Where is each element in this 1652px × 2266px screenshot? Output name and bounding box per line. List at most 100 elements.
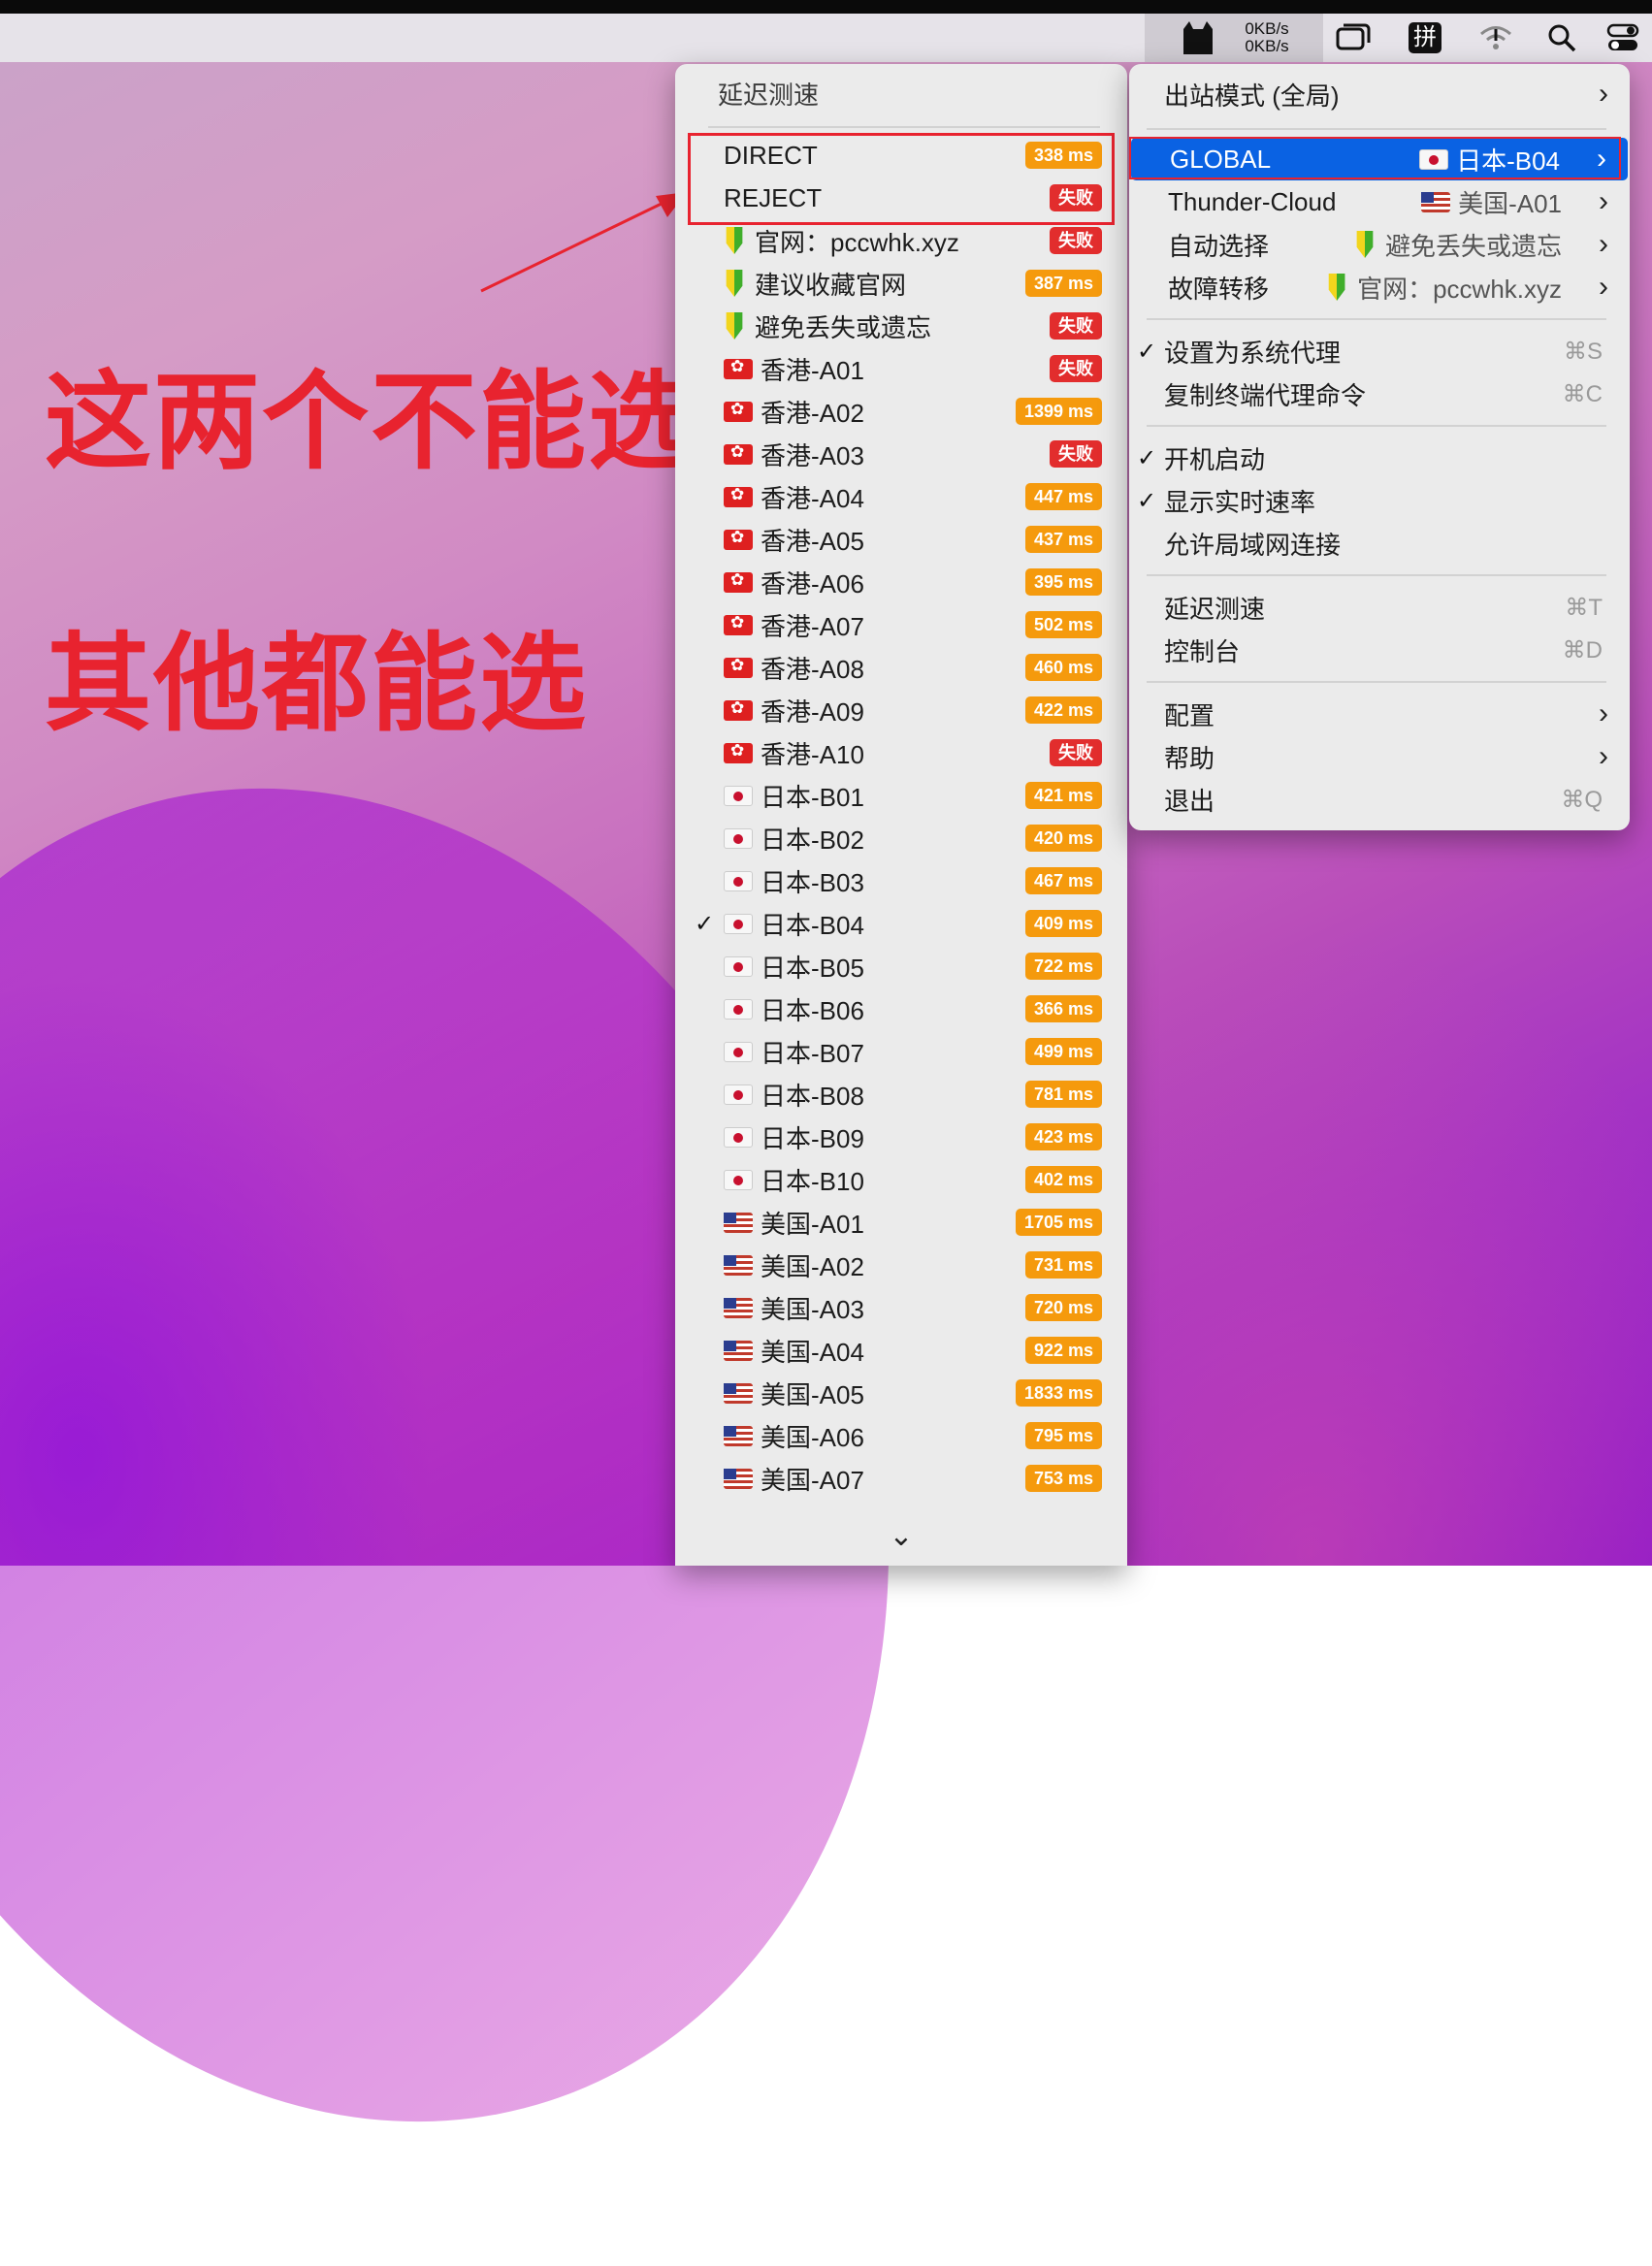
latency-badge: 437 ms <box>1024 526 1102 553</box>
proxy-item[interactable]: ✓ 日本-B04 409 ms <box>675 902 1127 945</box>
proxy-item[interactable]: 香港-A05 437 ms <box>675 518 1127 561</box>
separator <box>1147 128 1606 130</box>
control-center-icon[interactable] <box>1601 14 1645 62</box>
us-flag-icon <box>1421 191 1451 212</box>
latency-badge: 467 ms <box>1024 867 1102 894</box>
proxy-item[interactable]: 日本-B07 499 ms <box>675 1030 1127 1073</box>
proxy-group-name: 故障转移 <box>1168 274 1270 304</box>
chevron-right-icon: › <box>1599 740 1608 772</box>
proxy-item[interactable]: 香港-A01 失败 <box>675 347 1127 390</box>
proxy-item[interactable]: 香港-A08 460 ms <box>675 646 1127 689</box>
proxy-item[interactable]: 美国-A06 795 ms <box>675 1414 1127 1457</box>
chevron-right-icon: › <box>1599 228 1608 260</box>
proxy-item[interactable]: 日本-B03 467 ms <box>675 859 1127 902</box>
proxy-item[interactable]: 日本-B09 423 ms <box>675 1116 1127 1158</box>
window-icon[interactable] <box>1329 14 1377 62</box>
allow-lan-item[interactable]: 允许局域网连接 <box>1129 522 1630 565</box>
proxy-name: 日本-B01 <box>761 782 864 812</box>
proxy-name: 香港-A04 <box>761 483 864 513</box>
show-speed-item[interactable]: ✓ 显示实时速率 <box>1129 479 1630 522</box>
copy-terminal-command-label: 复制终端代理命令 <box>1164 380 1367 410</box>
shortcut-label: ⌘S <box>1563 338 1603 365</box>
launch-at-login-label: 开机启动 <box>1164 444 1266 474</box>
proxy-item[interactable]: 香港-A10 失败 <box>675 731 1127 774</box>
chevron-right-icon: › <box>1599 185 1608 217</box>
annotation-highlight-box <box>1129 137 1621 179</box>
dashboard-item[interactable]: 控制台 ⌘D <box>1129 629 1630 671</box>
proxy-group-item[interactable]: 自动选择 避免丢失或遗忘 › <box>1129 223 1630 266</box>
hong-kong-flag-icon <box>724 442 753 465</box>
wifi-icon[interactable] <box>1474 14 1517 62</box>
proxy-group-name: 自动选择 <box>1168 231 1270 261</box>
annotation-line-2: 其他都能选 <box>45 622 588 746</box>
download-speed: 0KB/s <box>1245 37 1289 55</box>
config-item[interactable]: 配置 › <box>1129 693 1630 735</box>
proxy-name: 日本-B09 <box>761 1123 864 1153</box>
proxy-item[interactable]: 建议收藏官网 387 ms <box>675 262 1127 305</box>
config-label: 配置 <box>1164 700 1215 730</box>
proxy-name: 官网：pccwhk.xyz <box>755 227 959 257</box>
proxy-item[interactable]: 美国-A02 731 ms <box>675 1244 1127 1286</box>
quit-item[interactable]: 退出 ⌘Q <box>1129 778 1630 821</box>
proxy-group-current-label: 美国-A01 <box>1458 188 1562 218</box>
latency-badge: 731 ms <box>1024 1251 1102 1279</box>
latency-test-item[interactable]: 延迟测速 ⌘T <box>1129 586 1630 629</box>
separator <box>1147 425 1606 427</box>
proxy-item[interactable]: 日本-B10 402 ms <box>675 1158 1127 1201</box>
checkmark-icon: ✓ <box>1137 338 1157 365</box>
proxy-name: 日本-B02 <box>761 825 864 855</box>
proxy-group-item[interactable]: Thunder-Cloud 美国-A01 › <box>1129 180 1630 223</box>
proxy-group-current-label: 官网：pccwhk.xyz <box>1357 274 1562 304</box>
proxy-item[interactable]: 美国-A03 720 ms <box>675 1286 1127 1329</box>
japan-flag-icon <box>724 827 753 849</box>
proxy-item[interactable]: 香港-A02 1399 ms <box>675 390 1127 433</box>
proxy-item[interactable]: 官网：pccwhk.xyz 失败 <box>675 219 1127 262</box>
proxy-group-item[interactable]: 故障转移 官网：pccwhk.xyz › <box>1129 266 1630 308</box>
proxy-item[interactable]: 香港-A04 447 ms <box>675 475 1127 518</box>
latency-badge: 423 ms <box>1024 1123 1102 1150</box>
proxy-item[interactable]: 避免丢失或遗忘 失败 <box>675 305 1127 347</box>
separator <box>1147 681 1606 683</box>
outbound-mode-label: 出站模式 (全局) <box>1164 81 1340 111</box>
proxy-item[interactable]: 美国-A05 1833 ms <box>675 1372 1127 1414</box>
scroll-down-indicator[interactable]: ⌄ <box>675 1519 1127 1553</box>
latency-test-header[interactable]: 延迟测速 <box>675 72 1127 114</box>
us-flag-icon <box>724 1297 753 1318</box>
proxy-item[interactable]: 香港-A03 失败 <box>675 433 1127 475</box>
annotation-highlight-box <box>688 133 1115 225</box>
proxy-item[interactable]: 日本-B01 421 ms <box>675 774 1127 817</box>
latency-badge: 781 ms <box>1024 1081 1102 1108</box>
beginner-shield-icon <box>726 312 743 340</box>
us-flag-icon <box>724 1382 753 1404</box>
proxy-name: 日本-B07 <box>761 1038 864 1068</box>
proxy-item[interactable]: 香港-A09 422 ms <box>675 689 1127 731</box>
proxy-item[interactable]: 香港-A06 395 ms <box>675 561 1127 603</box>
launch-at-login-item[interactable]: ✓ 开机启动 <box>1129 437 1630 479</box>
pinyin-icon[interactable]: 拼 <box>1403 14 1447 62</box>
proxy-item[interactable]: 日本-B06 366 ms <box>675 987 1127 1030</box>
set-system-proxy-item[interactable]: ✓ 设置为系统代理 ⌘S <box>1129 330 1630 372</box>
japan-flag-icon <box>724 955 753 977</box>
clash-status-item[interactable]: 0KB/s 0KB/s <box>1145 14 1323 62</box>
cat-icon <box>1183 21 1214 54</box>
latency-fail-badge: 失败 <box>1050 355 1102 382</box>
proxy-item[interactable]: 香港-A07 502 ms <box>675 603 1127 646</box>
copy-terminal-command-item[interactable]: 复制终端代理命令 ⌘C <box>1129 372 1630 415</box>
us-flag-icon <box>724 1468 753 1489</box>
proxy-name: 香港-A03 <box>761 440 864 470</box>
search-icon[interactable] <box>1540 14 1583 62</box>
hong-kong-flag-icon <box>724 400 753 422</box>
proxy-name: 香港-A09 <box>761 696 864 727</box>
proxy-name: 香港-A08 <box>761 654 864 684</box>
top-edge <box>0 0 1652 14</box>
proxy-item[interactable]: 美国-A07 753 ms <box>675 1457 1127 1500</box>
proxy-item[interactable]: 美国-A04 922 ms <box>675 1329 1127 1372</box>
proxy-item[interactable]: 日本-B08 781 ms <box>675 1073 1127 1116</box>
proxy-item[interactable]: 美国-A01 1705 ms <box>675 1201 1127 1244</box>
hong-kong-flag-icon <box>724 741 753 763</box>
proxy-item[interactable]: 日本-B02 420 ms <box>675 817 1127 859</box>
help-item[interactable]: 帮助 › <box>1129 735 1630 778</box>
outbound-mode-item[interactable]: 出站模式 (全局) › <box>1129 73 1630 115</box>
latency-badge: 1399 ms <box>1015 398 1102 425</box>
proxy-item[interactable]: 日本-B05 722 ms <box>675 945 1127 987</box>
